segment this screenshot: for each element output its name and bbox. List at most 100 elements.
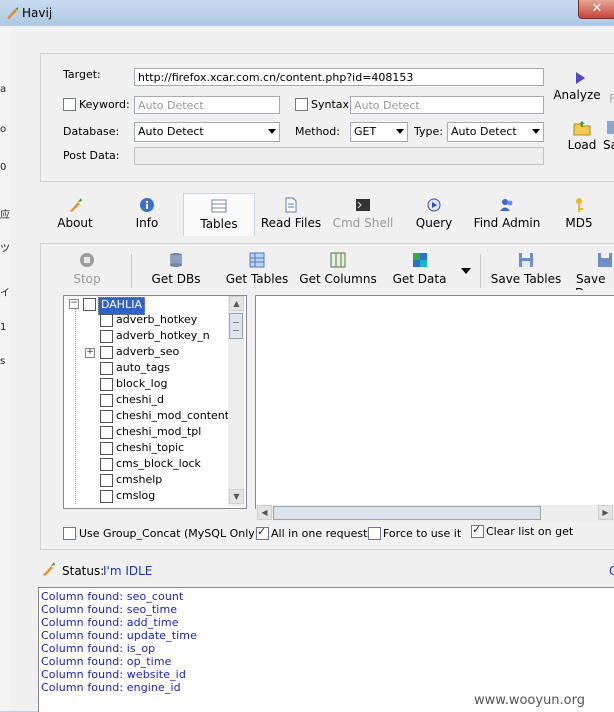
stop-button[interactable]: Stop [70,250,104,290]
get-tables-label: Get Tables [225,272,289,286]
tree-checkbox[interactable] [100,458,113,471]
scroll-right-icon[interactable]: ▶ [598,505,613,520]
tree-checkbox[interactable] [100,346,113,359]
get-tables-button[interactable]: Get Tables [224,250,290,290]
tab-read-files[interactable]: Read Files [258,193,324,235]
stop-label: Stop [73,272,101,286]
toolbar-separator [480,254,481,288]
table-icon [211,199,227,213]
save-button[interactable]: Sa [603,118,614,154]
tab-about[interactable]: About [52,193,98,235]
clear-list-checkbox[interactable] [471,523,484,538]
type-select[interactable]: Auto Detect [447,122,544,142]
tab-tables[interactable]: Tables [183,193,255,236]
tree-checkbox[interactable] [100,426,113,439]
tree-item[interactable]: auto_tags [116,361,170,377]
analyze-label: Analyze [553,88,601,102]
get-columns-button[interactable]: Get Columns [299,250,377,290]
group-concat-checkbox[interactable] [63,527,76,540]
save-data-button[interactable]: Save D [575,250,614,290]
all-in-one-checkbox[interactable] [256,525,269,540]
database-label: Database: [63,125,120,138]
keyword-checkbox[interactable] [63,98,76,111]
scroll-left-icon[interactable]: ◀ [257,505,272,520]
target-url-input[interactable]: http://firefox.xcar.com.cn/content.php?i… [134,68,544,86]
tree-item[interactable]: cmslog [116,489,155,505]
syntax-input[interactable]: Auto Detect [350,96,544,114]
tab-label: Find Admin [473,216,541,230]
tree-item[interactable]: cms_block_lock [116,457,201,473]
keyword-input[interactable]: Auto Detect [134,96,280,114]
log-line: Column found: update_time [41,629,197,642]
data-grid-icon [412,253,427,267]
tree-item[interactable]: adverb_hotkey [116,313,197,329]
toolbar-separator [131,254,132,288]
tree-checkbox[interactable] [83,298,96,311]
tree-item[interactable]: cmshelp [116,473,162,489]
get-data-dropdown-arrow[interactable] [461,268,471,274]
tab-info[interactable]: Info [128,193,166,235]
strip-glyph: イ [0,288,10,299]
title-bar[interactable]: Havij ✕ [0,0,614,27]
scroll-up-icon[interactable]: ▲ [229,296,244,311]
tree-item[interactable]: block_log [116,377,167,393]
log-line: Column found: website_id [41,668,186,681]
method-label: Method: [295,125,340,138]
analyze-button[interactable]: Analyze [553,70,601,104]
tab-find-admin[interactable]: Find Admin [472,193,542,235]
database-select[interactable]: Auto Detect [134,122,280,142]
force-checkbox[interactable] [368,527,381,540]
tree-item[interactable]: cheshi_mod_tpl [116,425,201,441]
get-data-button[interactable]: Get Data [392,250,447,290]
tree-item[interactable]: cheshi_topic [116,441,184,457]
tree-item[interactable]: cheshi_d [116,393,164,409]
carrot-icon [70,198,82,212]
expand-icon[interactable]: + [85,348,95,358]
close-button[interactable]: ✕ [578,0,614,19]
log-line: Column found: seo_count [41,590,184,603]
grip-icon [233,322,239,331]
tree-checkbox[interactable] [100,378,113,391]
tree-checkbox[interactable] [100,362,113,375]
save-tables-button[interactable]: Save Tables [489,250,563,290]
tree-checkbox[interactable] [100,442,113,455]
get-dbs-label: Get DBs [151,272,201,286]
tab-md5[interactable]: MD5 [562,193,596,235]
watermark: www.wooyun.org [474,693,586,708]
log-line: Column found: add_time [41,616,179,629]
window-title: Havij [22,6,53,20]
collapse-icon[interactable]: − [69,299,79,309]
save-icon [607,121,614,134]
tree-item[interactable]: adverb_seo [116,345,179,361]
list-scroll-thumb[interactable] [273,506,541,520]
syntax-label: Syntax: [311,98,353,111]
tree-checkbox[interactable] [100,394,113,407]
postdata-input[interactable] [134,147,544,165]
tree-item[interactable]: adverb_hotkey_n [116,329,210,345]
play-icon [576,72,585,84]
tab-cmd-shell[interactable]: Cmd Shell [332,193,394,235]
columns-icon [330,252,346,268]
log-line: Column found: op_time [41,655,172,668]
syntax-checkbox[interactable] [295,98,308,111]
method-select[interactable]: GET [350,122,408,142]
tree-checkbox[interactable] [100,410,113,423]
tab-query[interactable]: Query [414,193,454,235]
scroll-down-icon[interactable]: ▼ [229,489,244,504]
columns-list[interactable] [255,295,614,509]
save-tables-label: Save Tables [490,272,562,286]
strip-glyph: 0 [0,162,7,173]
tree-checkbox[interactable] [100,314,113,327]
chevron-down-icon [268,129,276,134]
tree-scroll-thumb[interactable] [229,313,243,339]
get-dbs-button[interactable]: Get DBs [150,250,202,290]
load-button[interactable]: Load [565,118,599,154]
tab-label: Query [415,216,453,230]
tree-checkbox[interactable] [100,474,113,487]
stop-icon [80,253,94,267]
tree-item[interactable]: cheshi_mod_content [116,409,229,425]
tree-checkbox[interactable] [100,490,113,503]
tab-label: Tables [200,217,238,231]
tree-checkbox[interactable] [100,330,113,343]
log-line: Column found: seo_time [41,603,178,616]
